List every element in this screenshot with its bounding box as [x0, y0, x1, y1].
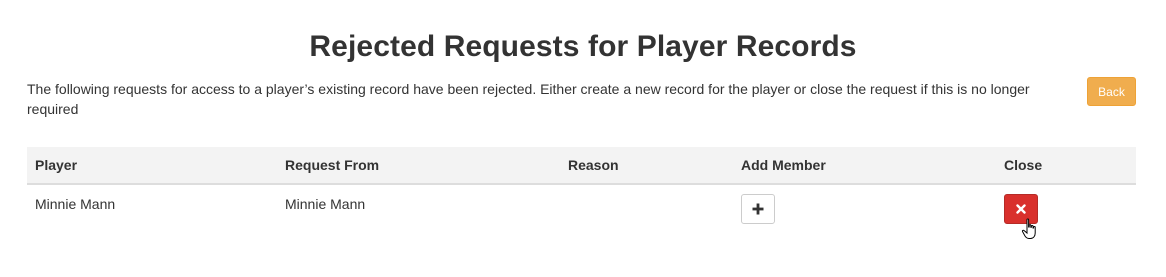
table-header: Player Request From Reason Add Member Cl… [27, 147, 1136, 185]
page-description: The following requests for access to a p… [27, 81, 1030, 117]
header-close: Close [1004, 157, 1043, 173]
header-request-from: Request From [285, 157, 380, 173]
rejected-requests-table: Player Request From Reason Add Member Cl… [27, 147, 1136, 235]
cell-player: Minnie Mann [35, 196, 116, 212]
header-add-member: Add Member [741, 157, 826, 173]
plus-icon [752, 203, 764, 215]
table-row: Minnie Mann Minnie Mann [27, 185, 1136, 235]
page-title: Rejected Requests for Player Records [309, 30, 857, 63]
close-icon [1016, 204, 1026, 214]
header-player: Player [35, 157, 78, 173]
header-reason: Reason [568, 157, 619, 173]
hand-pointer-cursor-icon [1021, 218, 1036, 239]
back-button[interactable]: Back [1087, 77, 1136, 106]
add-member-button[interactable] [741, 194, 775, 224]
cell-request-from: Minnie Mann [285, 196, 366, 212]
